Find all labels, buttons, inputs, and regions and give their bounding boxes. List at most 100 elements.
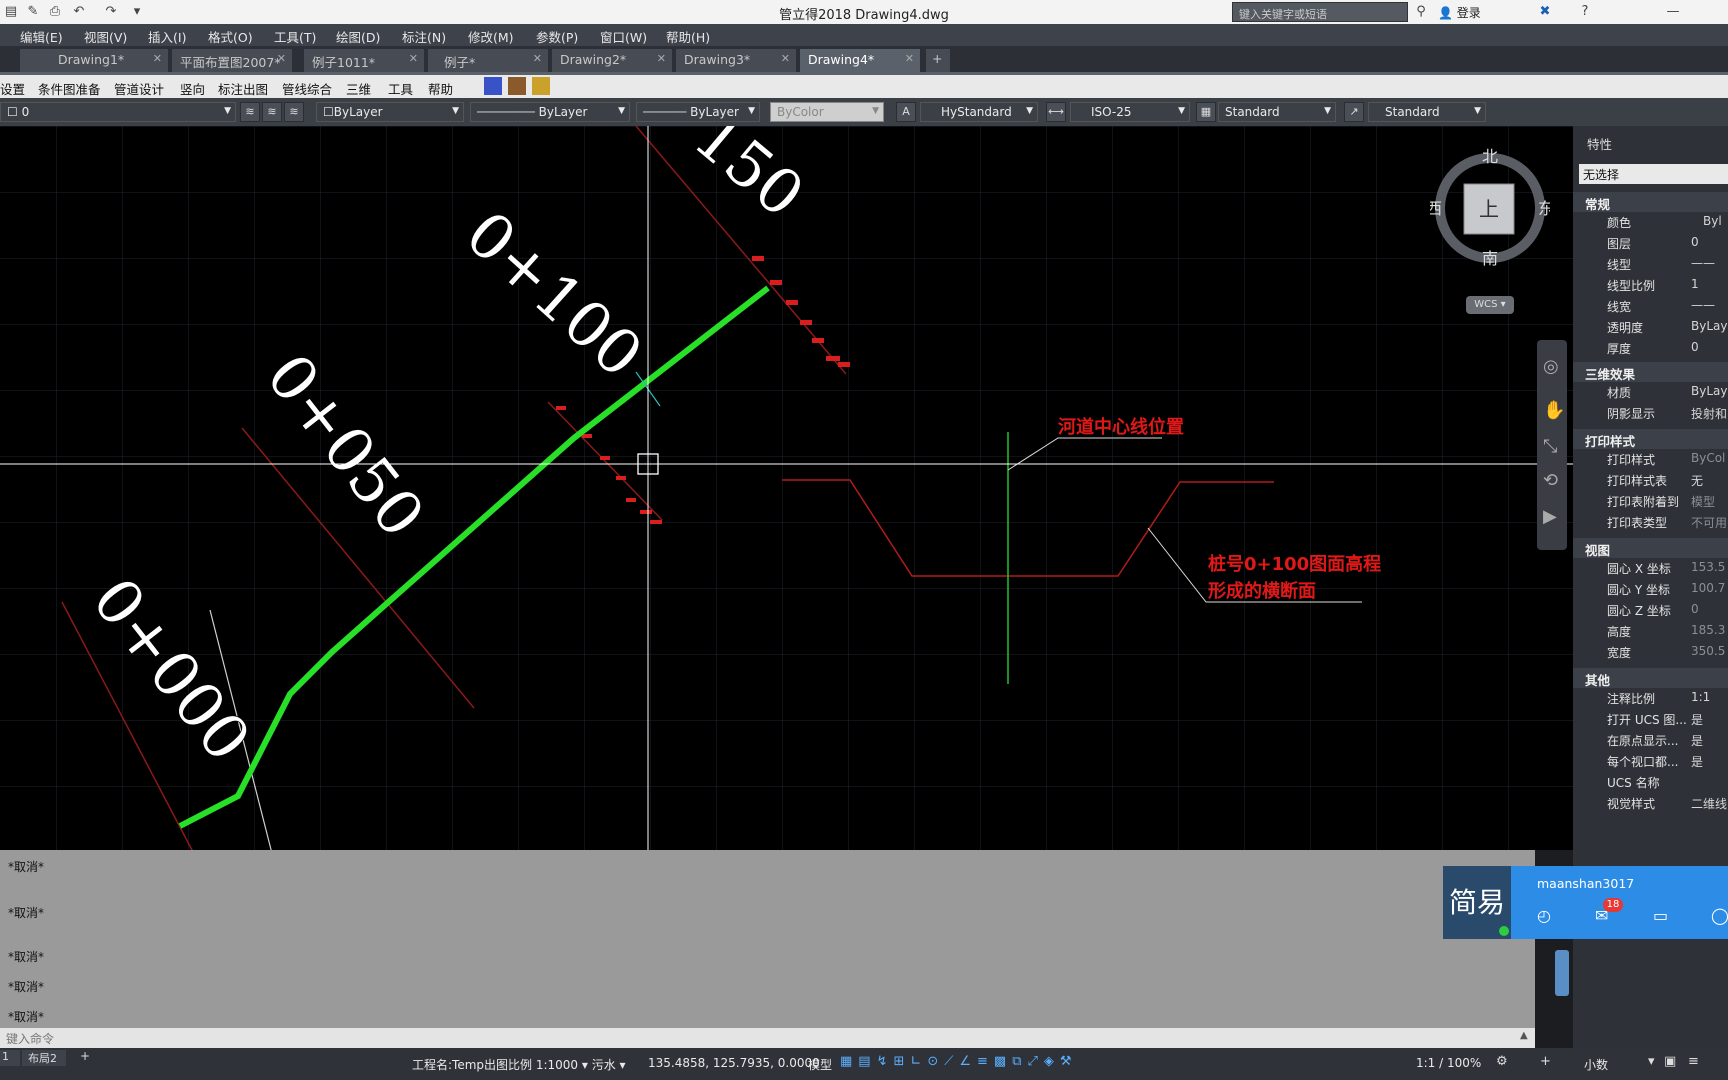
menu-parameter[interactable]: 参数(P) — [536, 27, 578, 46]
customization-icon[interactable]: ≡ — [1688, 1054, 1699, 1069]
gizmo-icon[interactable]: ◈ — [1044, 1054, 1060, 1069]
viewcube[interactable]: 上 北 南 东 西 — [1426, 146, 1554, 268]
wcs-menu[interactable]: WCS ▾ — [1466, 296, 1514, 314]
layout-tab-2[interactable]: 布局2 — [22, 1050, 66, 1066]
annotation-scale[interactable]: 1:1 / 100% — [1416, 1056, 1481, 1070]
color-dropdown[interactable]: ☐ByLayer ▼ — [316, 102, 464, 122]
chat-icon[interactable]: ◯ — [1711, 906, 1728, 925]
prop-row-color[interactable]: 颜色 Byl — [1573, 212, 1728, 233]
prop-row-width[interactable]: 宽度 350.5 — [1573, 642, 1728, 663]
ortho-icon[interactable]: ∟ — [910, 1054, 927, 1069]
prop-row-annoscale[interactable]: 注释比例 1:1 — [1573, 688, 1728, 709]
menu-modify[interactable]: 修改(M) — [468, 27, 514, 46]
text-style-dropdown[interactable]: HyStandard ▼ — [920, 102, 1038, 122]
ribbon-settings[interactable]: 设置 — [0, 79, 25, 98]
snap-icon[interactable]: ▤ — [858, 1054, 876, 1069]
prop-row-ucs-origin[interactable]: 在原点显示... 是 — [1573, 730, 1728, 751]
tab-example[interactable]: 例子* ✕ — [428, 49, 548, 72]
minimize-icon[interactable]: — — [1664, 3, 1682, 21]
chevron-down-icon[interactable]: ▾ — [1648, 1054, 1655, 1069]
section-3d[interactable]: 三维效果 — [1573, 362, 1728, 382]
search-input[interactable]: 键入关键字或短语 — [1232, 2, 1408, 22]
prop-row-thickness[interactable]: 厚度 0 — [1573, 338, 1728, 359]
linetype-dropdown[interactable]: ──────── ByLayer ▼ — [470, 102, 630, 122]
dynamic-input-icon[interactable]: ⊞ — [894, 1054, 911, 1069]
text-style-icon[interactable]: A — [896, 102, 916, 122]
mleader-style-dropdown[interactable]: Standard ▼ — [1368, 102, 1486, 122]
add-layout-icon[interactable]: + — [80, 1049, 90, 1063]
project-info[interactable]: 工程名:Temp出图比例 1:1000 ▾ 污水 ▾ — [412, 1056, 626, 1073]
dim-style-icon[interactable]: ⟷ — [1046, 102, 1066, 122]
tab-drawing1[interactable]: Drawing1* ✕ — [20, 49, 168, 72]
mleader-style-icon[interactable]: ↗ — [1344, 102, 1364, 122]
new-tab-button[interactable]: + — [926, 49, 950, 72]
prop-row-plottype[interactable]: 打印表类型 不可用 — [1573, 512, 1728, 533]
menu-window[interactable]: 窗口(W) — [600, 27, 647, 46]
exchange-icon[interactable]: ✖ — [1536, 3, 1554, 21]
lineweight-icon[interactable]: ≡ — [977, 1054, 994, 1069]
settings-icon[interactable]: ⚙ — [1496, 1054, 1508, 1069]
close-icon[interactable]: ✕ — [277, 52, 286, 65]
coordinates-readout[interactable]: 135.4858, 125.7935, 0.0000 — [648, 1056, 820, 1070]
table-style-icon[interactable]: ▦ — [1196, 102, 1216, 122]
menu-view[interactable]: 视图(V) — [84, 27, 127, 46]
section-view[interactable]: 视图 — [1573, 538, 1728, 558]
help-icon[interactable]: ? — [1576, 3, 1594, 21]
prop-row-plotattach[interactable]: 打印表附着到 模型 — [1573, 491, 1728, 512]
command-history-toggle-icon[interactable]: ▲ — [1520, 1030, 1528, 1041]
im-notification-widget[interactable]: 简易 maanshan3017 ◴ ✉ 18 ▭ ◯ — [1443, 866, 1728, 939]
prop-row-center-z[interactable]: 圆心 Z 坐标 0 — [1573, 600, 1728, 621]
layout-tab-1[interactable]: 1 — [0, 1050, 20, 1066]
selection-dropdown[interactable]: 无选择 — [1579, 164, 1728, 184]
prop-row-transparency[interactable]: 透明度 ByLay — [1573, 317, 1728, 338]
fullscreen-icon[interactable]: ▣ — [1664, 1054, 1676, 1069]
ribbon-annotate[interactable]: 标注出图 — [218, 79, 268, 98]
menu-edit[interactable]: 编辑(E) — [20, 27, 63, 46]
prop-row-material[interactable]: 材质 ByLay — [1573, 382, 1728, 403]
layer-dropdown[interactable]: ☐ 0 ▼ — [0, 102, 236, 122]
units-dropdown[interactable]: 小数 — [1584, 1056, 1608, 1073]
layer-prev-icon[interactable]: ≋ — [284, 102, 304, 122]
orbit-icon[interactable]: ⟲ — [1543, 470, 1558, 491]
ribbon-vertical[interactable]: 竖向 — [180, 79, 205, 98]
tab-drawing2[interactable]: Drawing2* ✕ — [552, 49, 672, 72]
layer-iso-icon[interactable]: ≋ — [262, 102, 282, 122]
close-icon[interactable]: ✕ — [905, 52, 914, 65]
prop-row-center-y[interactable]: 圆心 Y 坐标 100.7 — [1573, 579, 1728, 600]
drawing-canvas[interactable]: 0+000 0+050 0+100 150 河道中心线位置 桩号0+100图面高… — [0, 126, 1573, 850]
side-handle-icon[interactable] — [1555, 950, 1569, 996]
prop-row-center-x[interactable]: 圆心 X 坐标 153.5 — [1573, 558, 1728, 579]
prop-row-ucs-icon[interactable]: 打开 UCS 图... 是 — [1573, 709, 1728, 730]
ribbon-pipe-combine[interactable]: 管线综合 — [282, 79, 332, 98]
prop-row-shadow[interactable]: 阴影显示 投射和 — [1573, 403, 1728, 424]
prop-row-ucs-name[interactable]: UCS 名称 — [1573, 772, 1728, 793]
compass-west[interactable]: 西 — [1426, 199, 1442, 218]
menu-dimension[interactable]: 标注(N) — [402, 27, 446, 46]
ribbon-3d[interactable]: 三维 — [346, 79, 371, 98]
plugin-icon-3[interactable] — [532, 77, 550, 95]
ribbon-pipe-design[interactable]: 管道设计 — [114, 79, 164, 98]
menu-help[interactable]: 帮助(H) — [666, 27, 710, 46]
close-icon[interactable]: ✕ — [409, 52, 418, 65]
close-icon[interactable]: ✕ — [781, 52, 790, 65]
tab-drawing3[interactable]: Drawing3* ✕ — [676, 49, 796, 72]
close-icon[interactable]: ✕ — [657, 52, 666, 65]
section-misc[interactable]: 其他 — [1573, 668, 1728, 688]
pan-icon[interactable]: ✋ — [1543, 400, 1565, 421]
prop-row-lineweight[interactable]: 线宽 —— — [1573, 296, 1728, 317]
lineweight-dropdown[interactable]: ────── ByLayer ▼ — [636, 102, 760, 122]
ribbon-tools[interactable]: 工具 — [388, 79, 413, 98]
command-history[interactable]: *取消* *取消* *取消* *取消* *取消* — [0, 850, 1535, 1028]
annotation-icon[interactable]: ⚒ — [1060, 1054, 1078, 1069]
grid-icon[interactable]: ▦ — [840, 1054, 858, 1069]
tab-example-1011[interactable]: 例子1011* ✕ — [304, 49, 424, 72]
prop-row-ucs-viewport[interactable]: 每个视口都... 是 — [1573, 751, 1728, 772]
table-style-dropdown[interactable]: Standard ▼ — [1218, 102, 1336, 122]
compass-north[interactable]: 北 — [1482, 147, 1498, 166]
plugin-icon-2[interactable] — [508, 77, 526, 95]
login-link[interactable]: 👤 登录 — [1438, 4, 1481, 21]
steering-wheel-icon[interactable]: ◎ — [1543, 356, 1559, 377]
infer-icon[interactable]: ↯ — [877, 1054, 894, 1069]
contacts-icon[interactable]: ◴ — [1537, 906, 1551, 925]
close-icon[interactable]: ✕ — [153, 52, 162, 65]
